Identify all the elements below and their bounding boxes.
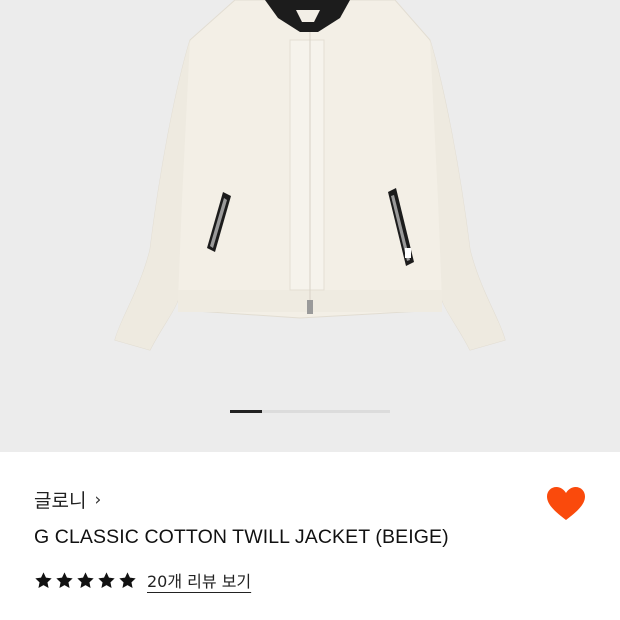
star-icon	[77, 571, 94, 588]
favorite-button[interactable]	[546, 486, 586, 522]
star-icon	[98, 571, 115, 588]
chevron-right-icon: ›	[94, 490, 102, 510]
star-icon	[35, 571, 52, 588]
review-link[interactable]: 20개 리뷰 보기	[147, 568, 251, 592]
brand-link[interactable]: 글로니 ›	[34, 486, 101, 513]
indicator-active-segment	[230, 410, 262, 413]
heart-icon	[547, 487, 585, 520]
brand-name: 글로니	[34, 490, 87, 512]
star-icon	[119, 571, 136, 588]
image-page-indicator	[230, 410, 390, 413]
product-image-gallery[interactable]	[0, 0, 620, 452]
rating-row: 20개 리뷰 보기	[34, 568, 251, 592]
star-icon	[56, 571, 73, 588]
product-image	[114, 0, 506, 351]
star-rating	[34, 571, 137, 590]
product-title: G CLASSIC COTTON TWILL JACKET (BEIGE)	[34, 526, 449, 548]
